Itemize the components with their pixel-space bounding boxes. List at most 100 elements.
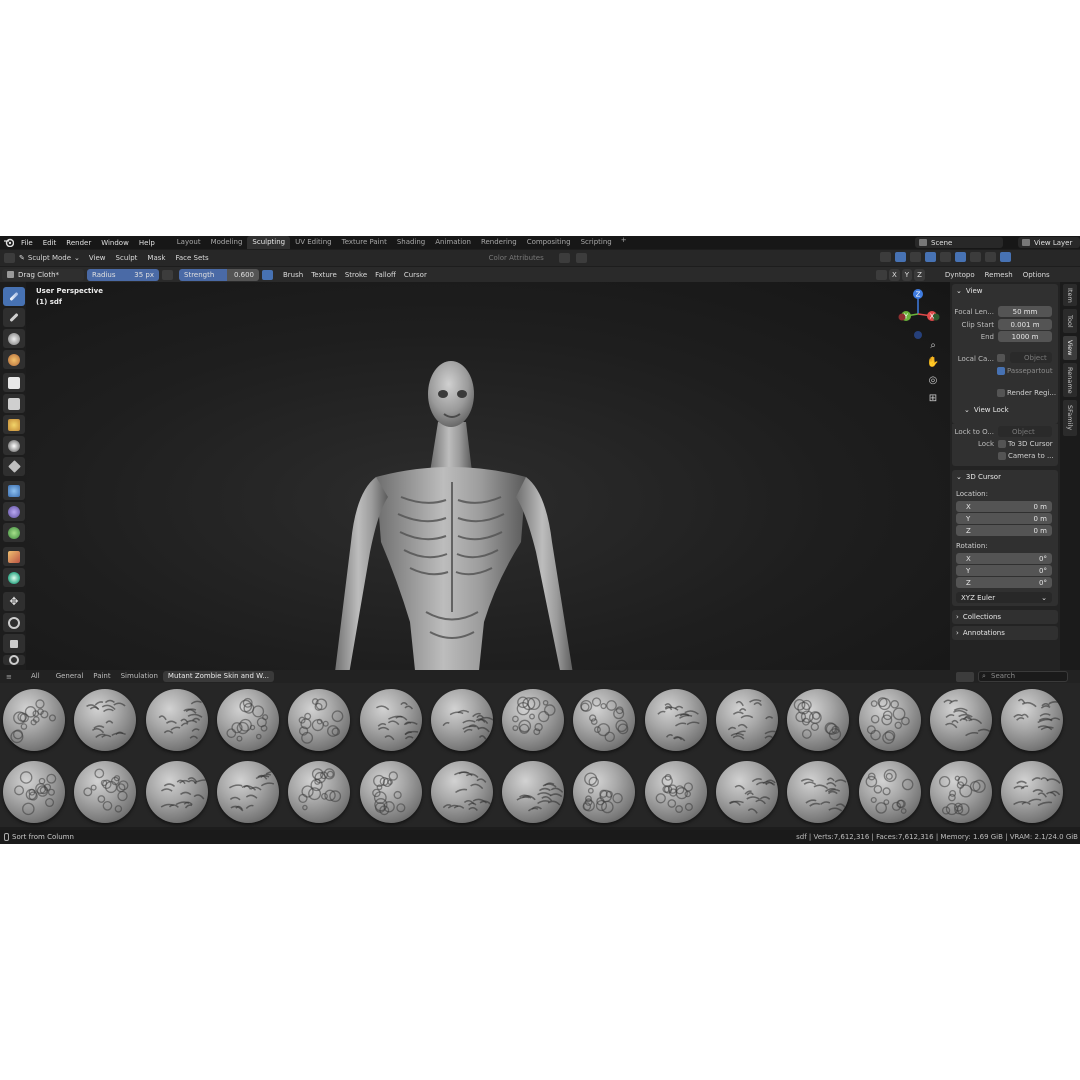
- remesh-dropdown[interactable]: Remesh: [981, 271, 1017, 279]
- view-panel-header[interactable]: ⌄ View: [952, 284, 1058, 298]
- view-lock-header[interactable]: ⌄ View Lock: [960, 403, 1009, 417]
- thumb-tool[interactable]: [3, 502, 25, 521]
- mask-tool[interactable]: [3, 547, 25, 566]
- cursor-location-z[interactable]: Z 0 m: [956, 525, 1052, 536]
- render-region-checkbox[interactable]: [997, 389, 1005, 397]
- brush-asset-thumbnail[interactable]: [787, 761, 850, 823]
- tab-compositing[interactable]: Compositing: [522, 236, 576, 249]
- layer-tool[interactable]: [3, 350, 25, 369]
- clay-tool[interactable]: [3, 329, 25, 348]
- pose-tool[interactable]: [3, 523, 25, 542]
- lock-to-cursor-checkbox[interactable]: [998, 440, 1006, 448]
- pan-hand-icon[interactable]: ✋: [926, 356, 940, 370]
- tab-rename[interactable]: Rename: [1063, 363, 1077, 397]
- wireframe-shading-icon[interactable]: [940, 252, 951, 262]
- lock-to-object-field[interactable]: Object: [998, 426, 1052, 437]
- brush-asset-thumbnail[interactable]: [359, 689, 422, 751]
- tab-view[interactable]: View: [1063, 336, 1077, 360]
- radius-field[interactable]: Radius 35 px: [87, 268, 159, 281]
- brush-asset-thumbnail[interactable]: [3, 689, 65, 751]
- cursor-location-x[interactable]: X 0 m: [956, 501, 1052, 512]
- overlay-icon[interactable]: [910, 252, 921, 262]
- hamburger-menu-icon[interactable]: ≡: [6, 673, 26, 681]
- asset-tab-all[interactable]: All: [26, 671, 45, 682]
- brush-asset-thumbnail[interactable]: [573, 761, 636, 823]
- axis-x-toggle[interactable]: X: [889, 269, 900, 281]
- rendered-shading-icon[interactable]: [985, 252, 996, 262]
- brush-asset-thumbnail[interactable]: [858, 761, 921, 823]
- 3d-viewport[interactable]: User Perspective (1) sdf Z X Y ⌕ ✋ ◎ ⊞: [26, 282, 950, 680]
- header-menu-view[interactable]: View: [84, 254, 111, 262]
- rotation-mode-dropdown[interactable]: XYZ Euler ⌄: [956, 592, 1052, 603]
- asset-tab-general[interactable]: General: [51, 671, 89, 682]
- annotations-panel[interactable]: › Annotations: [952, 626, 1058, 640]
- brush-asset-thumbnail[interactable]: [359, 761, 422, 823]
- menu-edit[interactable]: Edit: [38, 239, 62, 247]
- brush-asset-thumbnail[interactable]: [145, 761, 208, 823]
- tab-uv-editing[interactable]: UV Editing: [290, 236, 337, 249]
- navigation-gizmo[interactable]: Z X Y: [894, 288, 942, 340]
- brush-asset-thumbnail[interactable]: [787, 689, 850, 751]
- blob-tool[interactable]: [3, 394, 25, 413]
- brush-dropdown[interactable]: Brush: [279, 271, 307, 279]
- clip-start-field[interactable]: 0.001 m: [998, 319, 1052, 330]
- tab-shading[interactable]: Shading: [392, 236, 430, 249]
- rotate-tool[interactable]: [3, 613, 25, 632]
- annotate-tool[interactable]: [3, 655, 25, 665]
- brush-asset-thumbnail[interactable]: [929, 761, 992, 823]
- tab-item[interactable]: Item: [1063, 284, 1077, 306]
- brush-asset-thumbnail[interactable]: [3, 761, 65, 823]
- brush-asset-thumbnail[interactable]: [644, 761, 707, 823]
- tab-animation[interactable]: Animation: [430, 236, 476, 249]
- draw-brush-tool[interactable]: [3, 287, 25, 306]
- blender-logo-icon[interactable]: [2, 236, 16, 249]
- sculpt-model[interactable]: [26, 282, 950, 680]
- add-workspace-button[interactable]: +: [617, 236, 631, 249]
- camera-view-icon[interactable]: ◎: [926, 374, 940, 388]
- symmetry-icon[interactable]: [558, 253, 570, 263]
- view-layer-selector[interactable]: View Layer: [1018, 237, 1080, 248]
- cursor-dropdown[interactable]: Cursor: [400, 271, 431, 279]
- strength-pressure-icon[interactable]: [262, 269, 273, 280]
- brush-asset-thumbnail[interactable]: [858, 689, 921, 751]
- tab-sfamily[interactable]: SFamily: [1063, 400, 1077, 436]
- tab-rendering[interactable]: Rendering: [476, 236, 522, 249]
- menu-window[interactable]: Window: [96, 239, 134, 247]
- menu-render[interactable]: Render: [61, 239, 96, 247]
- brush-asset-thumbnail[interactable]: [1001, 689, 1064, 751]
- header-menu-sculpt[interactable]: Sculpt: [111, 254, 143, 262]
- dyntopo-dropdown[interactable]: Dyntopo: [941, 271, 979, 279]
- editor-options-icon[interactable]: [1000, 252, 1011, 262]
- local-camera-checkbox[interactable]: [997, 354, 1005, 362]
- axis-y-toggle[interactable]: Y: [901, 269, 913, 281]
- axis-z-toggle[interactable]: Z: [914, 269, 925, 281]
- solid-shading-icon[interactable]: [955, 252, 966, 262]
- ortho-grid-icon[interactable]: ⊞: [926, 392, 940, 406]
- falloff-dropdown[interactable]: Falloff: [371, 271, 400, 279]
- clip-end-field[interactable]: 1000 m: [998, 331, 1052, 342]
- brush-selector[interactable]: Drag Cloth*: [2, 268, 84, 281]
- draw-sharp-tool[interactable]: [3, 308, 25, 327]
- cursor-rotation-x[interactable]: X 0°: [956, 553, 1052, 564]
- inflate-tool[interactable]: [3, 373, 25, 392]
- scale-tool[interactable]: [3, 634, 25, 653]
- cursor-rotation-y[interactable]: Y 0°: [956, 565, 1052, 576]
- focal-length-field[interactable]: 50 mm: [998, 306, 1052, 317]
- cursor-rotation-z[interactable]: Z 0°: [956, 577, 1052, 588]
- brush-asset-thumbnail[interactable]: [288, 689, 351, 751]
- visibility-icon[interactable]: [880, 252, 891, 262]
- asset-tab-mutant-zombie[interactable]: Mutant Zombie Skin and W...: [162, 671, 274, 682]
- brush-asset-thumbnail[interactable]: [288, 761, 351, 823]
- tab-sculpting[interactable]: Sculpting: [247, 236, 291, 249]
- gizmo-toggle-icon[interactable]: [895, 252, 906, 262]
- passepartout-checkbox[interactable]: [997, 367, 1005, 375]
- editor-type-icon[interactable]: [4, 253, 15, 263]
- asset-tab-paint[interactable]: Paint: [88, 671, 115, 682]
- brush-asset-thumbnail[interactable]: [1001, 761, 1064, 823]
- brush-asset-thumbnail[interactable]: [502, 689, 565, 751]
- strength-field[interactable]: Strength 0.600: [179, 268, 259, 281]
- asset-search-input[interactable]: ⌕ Search: [978, 671, 1068, 682]
- brush-asset-thumbnail[interactable]: [644, 689, 707, 751]
- brush-asset-thumbnail[interactable]: [502, 761, 565, 823]
- flatten-tool[interactable]: [3, 457, 25, 476]
